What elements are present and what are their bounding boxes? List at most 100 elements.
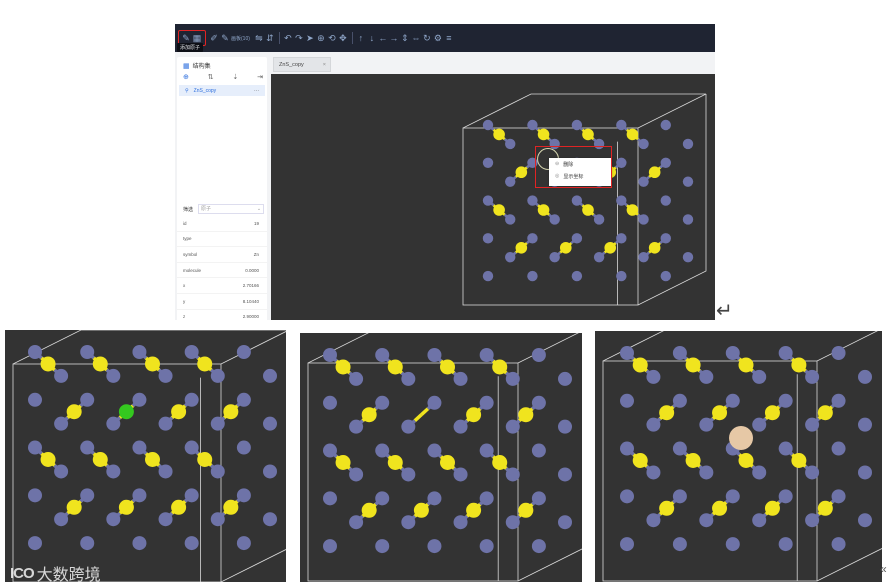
property-key: type <box>183 236 192 242</box>
atom-zn <box>210 512 225 527</box>
atom-zn <box>805 417 820 432</box>
sort-desc-icon[interactable]: ⇣ <box>232 73 238 81</box>
atom-s <box>361 502 377 518</box>
atom-zn <box>184 440 199 455</box>
atom-zn <box>858 513 872 528</box>
atom-zn <box>778 489 793 504</box>
atom-zn <box>479 491 494 506</box>
atom-zn <box>831 441 846 456</box>
atom-zn <box>28 488 42 503</box>
filter-select[interactable]: 原子 ⌄ <box>198 204 265 214</box>
filter-label: 筛选 <box>183 206 194 213</box>
filter-select-value: 原子 <box>201 206 212 212</box>
atom-zn <box>531 348 546 362</box>
atom-s <box>223 404 239 420</box>
atom-zn <box>236 440 251 455</box>
select-icon[interactable]: ➤ <box>305 31 315 45</box>
atom-zn <box>725 489 740 504</box>
canvas-label[interactable]: 画板(10) <box>231 35 250 42</box>
arrow-up-icon[interactable]: ↑ <box>356 31 366 45</box>
atom-zn <box>453 467 468 482</box>
atom-zn <box>132 440 147 455</box>
property-row: y 8.10440 <box>177 294 267 310</box>
atom-zn <box>236 392 251 407</box>
zoom-icon[interactable]: ⊕ <box>316 31 326 45</box>
atom-zn <box>427 491 442 506</box>
settings-icon[interactable]: ⚙ <box>433 31 443 45</box>
atom-s <box>440 359 455 375</box>
crystal-viewport[interactable] <box>271 74 715 320</box>
atom-s <box>659 405 675 421</box>
atom-zn <box>132 488 147 503</box>
pencil-icon[interactable]: ✎ <box>220 31 230 45</box>
rotate-icon[interactable]: ⟲ <box>327 31 337 45</box>
atom-zn <box>778 441 793 456</box>
atom-zn <box>375 491 390 506</box>
arrow-left-icon[interactable]: ← <box>378 31 388 45</box>
atom-zn <box>132 392 147 407</box>
atom-s <box>738 453 754 468</box>
atom-s <box>492 359 508 375</box>
structure-panel: ▦ 结构集 ⊕ ⇅ ⇣ ⇥ ⚲ ZnS_copy ··· <box>177 57 267 221</box>
rotate-x-icon[interactable]: ⇕ <box>400 31 410 45</box>
rotate-y-icon[interactable]: ⇔ <box>411 31 421 45</box>
atom-zn <box>805 513 820 528</box>
save-icon[interactable]: ≡ <box>444 31 454 45</box>
edit-icon[interactable]: ✐ <box>209 31 219 45</box>
move-icon[interactable]: ✥ <box>338 31 348 45</box>
crystal-structure-selected <box>12 330 286 582</box>
close-icon[interactable]: × <box>323 62 326 68</box>
arrow-right-icon[interactable]: → <box>389 31 399 45</box>
redo-icon[interactable]: ↷ <box>294 31 304 45</box>
atom-s <box>118 499 134 515</box>
atom-s <box>387 359 403 375</box>
undo-icon[interactable]: ↶ <box>283 31 293 45</box>
atom-zn <box>558 419 572 434</box>
arrow-down-icon[interactable]: ↓ <box>367 31 377 45</box>
flip-h-icon[interactable]: ⇋ <box>254 31 264 45</box>
atom-zn <box>184 392 199 407</box>
property-value: 2.90000 <box>242 314 259 320</box>
export-icon[interactable]: ⇥ <box>257 73 263 81</box>
atom-zn <box>80 536 95 551</box>
atom-s <box>738 357 754 373</box>
atom-zn <box>672 393 687 408</box>
more-icon[interactable]: ··· <box>254 88 259 94</box>
atom-zn <box>427 443 442 458</box>
toolbar: ✎ ▦ ✐ ✎ 画板(10) ⇋ ⇵ ↶ ↷ ➤ ⊕ ⟲ ✥ ↑ ↓ ← → ⇕… <box>175 24 715 52</box>
atom-zn <box>558 515 572 530</box>
atom-zn <box>505 371 520 386</box>
atom-zn <box>375 395 390 410</box>
atom-zn <box>323 443 337 458</box>
chevron-down-icon: ⌄ <box>256 206 262 212</box>
atom-s <box>466 407 482 423</box>
atom-zn <box>263 512 277 527</box>
atom-zn <box>778 537 793 552</box>
atom-zn <box>699 513 714 528</box>
atom-s <box>145 356 160 372</box>
atom-zn <box>752 369 767 384</box>
crystal-panel-added <box>595 331 882 582</box>
structure-panel-title: ▦ 结构集 <box>183 61 211 71</box>
crystal-group <box>307 333 582 582</box>
flip-v-icon[interactable]: ⇵ <box>265 31 275 45</box>
atom-zn <box>699 465 714 480</box>
sort-asc-icon[interactable]: ⇅ <box>208 73 214 81</box>
atom-zn <box>805 369 820 384</box>
rotate-z-icon[interactable]: ↻ <box>422 31 432 45</box>
tab-zns-copy[interactable]: ZnS_copy × <box>273 57 331 72</box>
atom-zn <box>479 348 494 362</box>
property-value: 0.0000 <box>245 267 259 273</box>
atom-zn <box>672 346 687 360</box>
atom-s <box>817 500 833 516</box>
add-structure-icon[interactable]: ⊕ <box>183 73 189 81</box>
structure-item[interactable]: ⚲ ZnS_copy ··· <box>179 85 265 96</box>
atom-s <box>712 500 728 516</box>
property-key: z <box>183 314 186 320</box>
atom-zn <box>453 371 468 386</box>
atom-s <box>791 357 807 373</box>
atom-s <box>659 500 675 516</box>
atom-s <box>40 452 56 467</box>
atom-zn <box>323 539 337 554</box>
atom-zn <box>263 416 277 431</box>
